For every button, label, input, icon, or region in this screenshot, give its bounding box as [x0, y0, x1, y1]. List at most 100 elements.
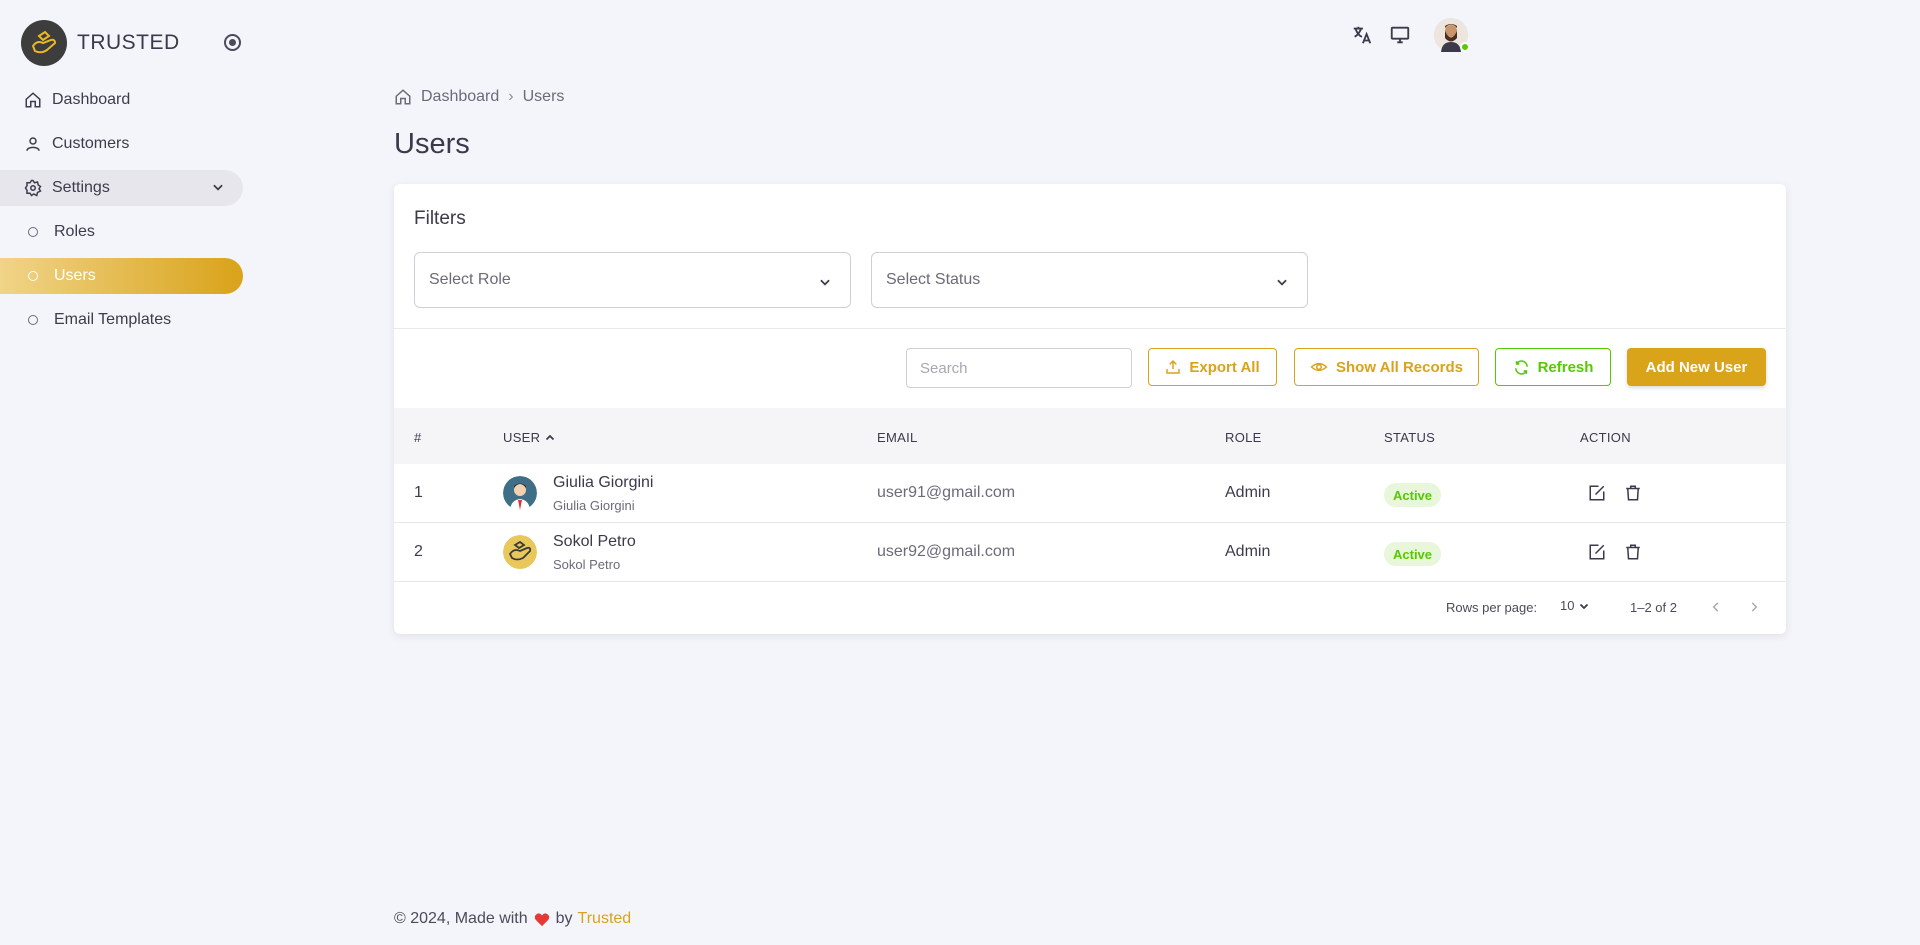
- show-all-records-label: Show All Records: [1336, 358, 1463, 376]
- trash-icon[interactable]: [1622, 482, 1644, 504]
- row-number: 1: [414, 484, 423, 501]
- user-avatar: [503, 535, 537, 569]
- sidebar-item-settings[interactable]: Settings: [0, 170, 243, 206]
- show-all-records-button[interactable]: Show All Records: [1294, 348, 1479, 386]
- user-avatar[interactable]: [1434, 18, 1470, 52]
- user-name: Giulia Giorgini: [553, 474, 654, 491]
- search-input[interactable]: [906, 348, 1132, 388]
- rows-per-page-label: Rows per page:: [1446, 600, 1538, 615]
- avatar-image-icon: [503, 476, 537, 510]
- sidebar-nav: Dashboard Customers Settings Roles Users: [0, 82, 243, 346]
- column-header-action: ACTION: [1580, 430, 1631, 445]
- brand-name: TRUSTED: [77, 31, 180, 54]
- chevron-left-icon[interactable]: [1707, 598, 1725, 616]
- column-header-user-label: USER: [503, 430, 541, 445]
- column-header-status: STATUS: [1384, 430, 1436, 445]
- rows-per-page-value: 10: [1560, 598, 1575, 613]
- table-row: 1 Giulia Giorgini Giulia Giorgini user91…: [394, 464, 1786, 523]
- chevron-down-icon: [818, 275, 832, 294]
- footer: © 2024, Made with by Trusted: [394, 910, 631, 928]
- refresh-icon: [1513, 359, 1530, 376]
- sidebar-subitem-users[interactable]: Users: [0, 258, 243, 294]
- breadcrumb-separator: ›: [508, 88, 514, 105]
- footer-by: by: [555, 910, 573, 927]
- column-header-role: ROLE: [1225, 430, 1262, 445]
- chevron-down-icon: [211, 180, 225, 199]
- sidebar-subitem-roles[interactable]: Roles: [0, 214, 243, 250]
- brand-logo: [21, 20, 67, 66]
- heart-icon: [534, 912, 550, 927]
- sidebar-item-label: Dashboard: [52, 91, 131, 108]
- breadcrumb: Dashboard › Users: [394, 88, 564, 106]
- sidebar-item-customers[interactable]: Customers: [0, 126, 243, 162]
- export-all-label: Export All: [1189, 358, 1260, 376]
- home-icon: [23, 90, 43, 110]
- sidebar-item-label: Settings: [52, 179, 110, 196]
- column-header-email: EMAIL: [877, 430, 918, 445]
- breadcrumb-dashboard-link[interactable]: Dashboard: [421, 88, 499, 106]
- sidebar-item-dashboard[interactable]: Dashboard: [0, 82, 243, 118]
- chevron-down-icon: [1578, 600, 1590, 612]
- brand[interactable]: TRUSTED: [21, 20, 180, 66]
- pagination-range: 1–2 of 2: [1630, 600, 1677, 615]
- role-select[interactable]: Select Role: [414, 252, 851, 308]
- refresh-button[interactable]: Refresh: [1495, 348, 1611, 386]
- home-icon[interactable]: [394, 88, 412, 106]
- refresh-label: Refresh: [1537, 358, 1594, 376]
- edit-icon[interactable]: [1586, 482, 1608, 504]
- circle-icon: [28, 227, 38, 237]
- status-select-placeholder: Select Status: [886, 271, 981, 288]
- circle-icon: [28, 271, 38, 281]
- sidebar-subitem-label: Roles: [54, 223, 95, 240]
- add-new-user-button[interactable]: Add New User: [1627, 348, 1766, 386]
- user-avatar: [503, 476, 537, 510]
- circle-icon: [28, 315, 38, 325]
- status-badge: Active: [1384, 542, 1442, 566]
- monitor-icon[interactable]: [1388, 23, 1412, 47]
- status-badge: Active: [1384, 483, 1442, 507]
- user-role: Admin: [1225, 484, 1271, 501]
- export-all-button[interactable]: Export All: [1148, 348, 1277, 386]
- radio-dot-icon: [229, 39, 236, 46]
- upload-icon: [1165, 359, 1181, 375]
- footer-text: © 2024, Made with: [394, 910, 528, 927]
- sidebar: TRUSTED Dashboard Customers Settings Rol…: [0, 0, 260, 945]
- translate-icon[interactable]: [1350, 23, 1374, 47]
- topbar-actions: [1350, 18, 1470, 52]
- user-icon: [23, 134, 43, 154]
- filters-divider: [394, 328, 1786, 329]
- row-number: 2: [414, 543, 423, 560]
- sidebar-item-label: Customers: [52, 135, 130, 152]
- avatar-image-icon: [503, 535, 537, 569]
- user-role: Admin: [1225, 543, 1271, 560]
- table-row: 2 Sokol Petro Sokol Petro user92@gmail.c…: [394, 523, 1786, 582]
- rows-per-page-select[interactable]: 10: [1560, 598, 1590, 613]
- user-email: user92@gmail.com: [877, 543, 1016, 560]
- user-subtitle: Giulia Giorgini: [553, 498, 635, 513]
- breadcrumb-current: Users: [522, 88, 565, 105]
- online-status-dot: [1460, 42, 1470, 52]
- users-card: Filters Select Role Select Status Export…: [394, 184, 1786, 634]
- user-name: Sokol Petro: [553, 533, 636, 550]
- status-select[interactable]: Select Status: [871, 252, 1308, 308]
- column-header-user[interactable]: USER: [503, 430, 556, 445]
- sidebar-subitem-email-templates[interactable]: Email Templates: [0, 302, 243, 338]
- edit-icon[interactable]: [1586, 541, 1608, 563]
- eye-icon: [1310, 358, 1328, 376]
- user-subtitle: Sokol Petro: [553, 557, 621, 572]
- role-select-placeholder: Select Role: [429, 271, 511, 288]
- sort-ascending-icon: [544, 432, 556, 444]
- chevron-right-icon[interactable]: [1745, 598, 1763, 616]
- trash-icon[interactable]: [1622, 541, 1644, 563]
- footer-link[interactable]: Trusted: [578, 910, 632, 928]
- sidebar-subitem-label: Users: [54, 267, 96, 284]
- add-new-user-label: Add New User: [1645, 358, 1748, 376]
- sidebar-pin-toggle[interactable]: [224, 34, 241, 51]
- column-header-number: #: [414, 430, 422, 445]
- page-title: Users: [394, 128, 470, 160]
- gear-icon: [23, 178, 43, 198]
- chevron-down-icon: [1275, 275, 1289, 294]
- table-header: # USER EMAIL ROLE STATUS ACTION: [394, 408, 1786, 464]
- filters-title: Filters: [414, 208, 466, 229]
- sidebar-subitem-label: Email Templates: [54, 311, 172, 328]
